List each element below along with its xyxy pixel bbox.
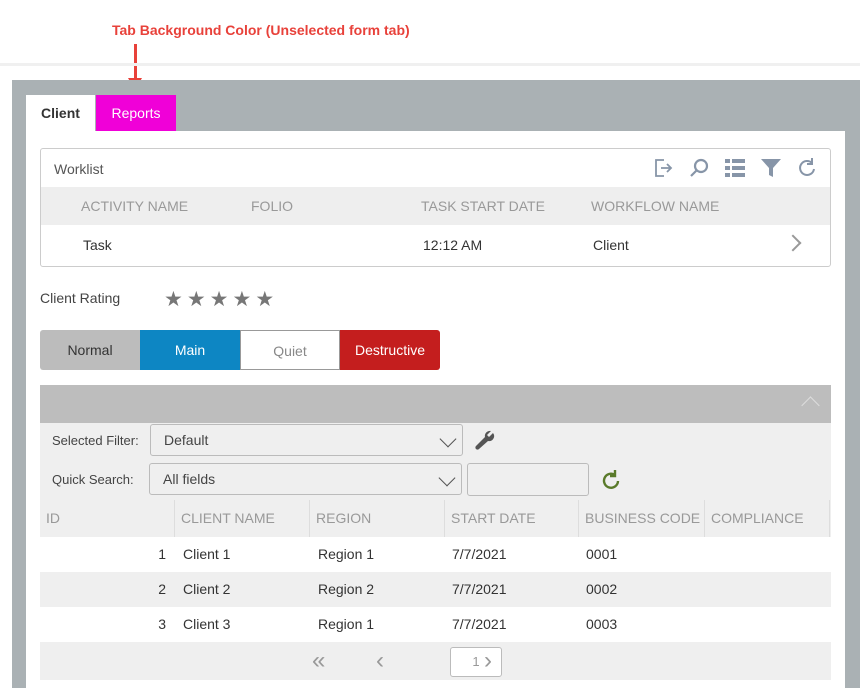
filter-icon[interactable]: [760, 157, 782, 179]
cell-region: Region 1: [318, 546, 375, 562]
cell-region: Region 2: [318, 581, 375, 597]
quick-search-input[interactable]: [467, 463, 589, 496]
worklist: Worklist ACTIVITY NAME FOLIO TASK START …: [40, 148, 831, 267]
annotation-label: Tab Background Color (Unselected form ta…: [112, 22, 410, 38]
col-folio[interactable]: FOLIO: [251, 187, 293, 225]
cell-name: Client 2: [183, 581, 231, 597]
star-icon[interactable]: ★: [187, 287, 206, 312]
export-icon[interactable]: [652, 157, 674, 179]
cell-activity: Task: [83, 237, 112, 253]
cell-date: 7/7/2021: [452, 616, 507, 632]
table-row[interactable]: 2 Client 2 Region 2 7/7/2021 0002: [40, 572, 831, 607]
destructive-button[interactable]: Destructive: [340, 330, 440, 370]
refresh-icon[interactable]: [600, 469, 622, 491]
col-region[interactable]: REGION: [309, 500, 444, 537]
cell-id: 1: [158, 546, 166, 562]
worklist-header: ACTIVITY NAME FOLIO TASK START DATE WORK…: [41, 187, 830, 225]
chevron-right-icon[interactable]: [784, 234, 802, 252]
worklist-row[interactable]: Task 12:12 AM Client: [41, 225, 830, 267]
star-rating[interactable]: ★ ★ ★ ★ ★: [164, 287, 274, 312]
quiet-button[interactable]: Quiet: [240, 330, 340, 370]
normal-button[interactable]: Normal: [40, 330, 140, 370]
col-activity[interactable]: ACTIVITY NAME: [81, 187, 188, 225]
cell-workflow: Client: [593, 237, 629, 253]
refresh-icon[interactable]: [796, 157, 818, 179]
cell-date: 7/7/2021: [452, 546, 507, 562]
next-page-icon[interactable]: ›: [484, 642, 492, 680]
table-row[interactable]: 3 Client 3 Region 1 7/7/2021 0003: [40, 607, 831, 642]
cell-start: 12:12 AM: [423, 237, 483, 253]
star-icon[interactable]: ★: [210, 287, 229, 312]
col-compliance[interactable]: COMPLIANCE: [704, 500, 830, 537]
col-business-code[interactable]: BUSINESS CODE: [578, 500, 704, 537]
wrench-icon[interactable]: [473, 429, 495, 451]
annotation-arrow: [134, 44, 137, 80]
cell-code: 0002: [586, 581, 618, 597]
chevron-down-icon: [439, 430, 457, 448]
cell-id: 3: [158, 616, 166, 632]
filter-label: Selected Filter:: [52, 433, 139, 448]
filter-select[interactable]: Default: [150, 424, 463, 456]
cell-region: Region 1: [318, 616, 375, 632]
search-field-select[interactable]: All fields: [149, 463, 462, 495]
col-workflow[interactable]: WORKFLOW NAME: [591, 187, 719, 225]
prev-page-icon[interactable]: ‹: [376, 642, 384, 680]
collapse-icon[interactable]: [801, 396, 820, 415]
cell-date: 7/7/2021: [452, 581, 507, 597]
search-field-value: All fields: [163, 471, 216, 487]
star-icon[interactable]: ★: [255, 287, 274, 312]
search-icon[interactable]: [688, 157, 710, 179]
cell-code: 0003: [586, 616, 618, 632]
cell-name: Client 3: [183, 616, 231, 632]
table-row[interactable]: 1 Client 1 Region 1 7/7/2021 0001: [40, 537, 831, 572]
filter-value: Default: [164, 432, 209, 448]
tab-client[interactable]: Client: [26, 95, 95, 131]
col-id[interactable]: ID: [40, 500, 60, 537]
star-icon[interactable]: ★: [164, 287, 183, 312]
list-icon[interactable]: [724, 157, 746, 179]
page-input[interactable]: 1: [450, 647, 502, 677]
cell-id: 2: [158, 581, 166, 597]
col-client-name[interactable]: CLIENT NAME: [174, 500, 309, 537]
search-label: Quick Search:: [52, 472, 134, 487]
cell-code: 0001: [586, 546, 618, 562]
col-start-date[interactable]: START DATE: [444, 500, 578, 537]
tab-reports[interactable]: Reports: [96, 95, 176, 131]
main-button[interactable]: Main: [140, 330, 240, 370]
grid-panel-header: [40, 385, 831, 423]
chevron-down-icon: [438, 469, 456, 487]
grid-header: ID CLIENT NAME REGION START DATE BUSINES…: [40, 500, 831, 537]
star-icon[interactable]: ★: [232, 287, 251, 312]
worklist-title: Worklist: [54, 161, 104, 177]
pager: « ‹ 1 ›: [40, 642, 831, 680]
rating-label: Client Rating: [40, 290, 121, 306]
divider: [0, 63, 860, 66]
first-page-icon[interactable]: «: [312, 642, 325, 680]
cell-name: Client 1: [183, 546, 231, 562]
col-start[interactable]: TASK START DATE: [421, 187, 545, 225]
